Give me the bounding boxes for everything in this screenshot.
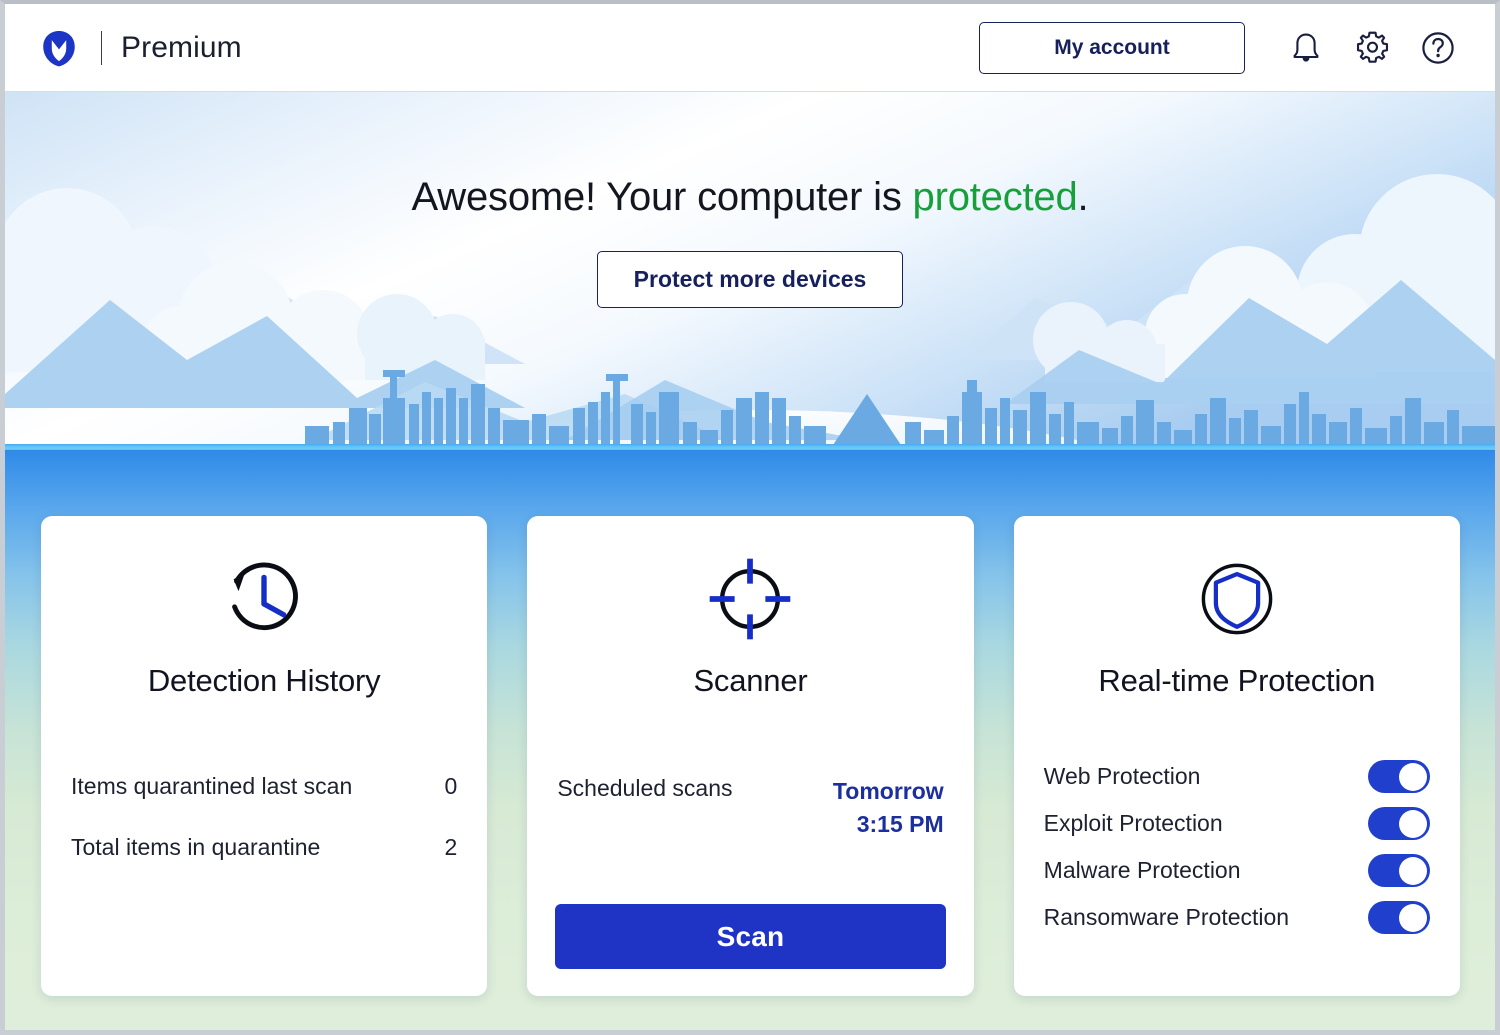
settings-gear-icon[interactable]: [1355, 31, 1389, 65]
malwarebytes-app-window: Premium My account: [0, 0, 1500, 1035]
web-protection-toggle[interactable]: [1368, 760, 1430, 793]
web-protection-label: Web Protection: [1044, 763, 1201, 790]
hero-content: Awesome! Your computer is protected. Pro…: [5, 92, 1495, 308]
scanner-card[interactable]: Scanner Scheduled scans Tomorrow 3:15 PM…: [527, 516, 973, 996]
stat-label: Total items in quarantine: [71, 834, 320, 861]
clock-history-icon: [69, 544, 459, 654]
hero-banner: Awesome! Your computer is protected. Pro…: [5, 92, 1495, 450]
ransomware-protection-label: Ransomware Protection: [1044, 904, 1289, 931]
app-header: Premium My account: [5, 4, 1495, 92]
stat-row: Total items in quarantine 2: [69, 834, 459, 861]
scheduled-time: 3:15 PM: [857, 811, 944, 837]
protection-row: Ransomware Protection: [1042, 901, 1432, 934]
malwarebytes-logo-icon: [38, 27, 80, 69]
help-icon[interactable]: [1421, 31, 1455, 65]
toggle-knob: [1399, 763, 1427, 791]
protect-more-devices-button[interactable]: Protect more devices: [597, 251, 904, 308]
brand-name: Premium: [121, 31, 242, 65]
ransomware-protection-toggle[interactable]: [1368, 901, 1430, 934]
toggle-knob: [1399, 810, 1427, 838]
scheduled-day: Tomorrow: [833, 778, 944, 804]
notifications-icon[interactable]: [1289, 31, 1323, 65]
toggle-knob: [1399, 857, 1427, 885]
brand-divider: [101, 31, 102, 65]
protection-row: Malware Protection: [1042, 854, 1432, 887]
scheduled-scans-row: Scheduled scans Tomorrow 3:15 PM: [555, 775, 945, 840]
crosshair-target-icon: [555, 544, 945, 654]
hero-title-prefix: Awesome! Your computer is: [412, 175, 913, 219]
toggle-knob: [1399, 904, 1427, 932]
dashboard-cards: Detection History Items quarantined last…: [41, 516, 1460, 996]
stat-row: Items quarantined last scan 0: [69, 773, 459, 800]
protection-row: Exploit Protection: [1042, 807, 1432, 840]
hero-title-suffix: .: [1078, 175, 1089, 219]
page-title: Awesome! Your computer is protected.: [5, 92, 1495, 220]
protection-row: Web Protection: [1042, 760, 1432, 793]
malware-protection-label: Malware Protection: [1044, 857, 1241, 884]
protection-status-text: protected: [913, 175, 1078, 219]
scan-button[interactable]: Scan: [555, 904, 945, 969]
exploit-protection-label: Exploit Protection: [1044, 810, 1223, 837]
protection-toggle-list: Web Protection Exploit Protection Malwar…: [1042, 760, 1432, 934]
header-actions: My account: [979, 22, 1455, 74]
shield-circle-icon: [1042, 544, 1432, 654]
scheduled-scans-label: Scheduled scans: [557, 775, 732, 802]
detection-history-card[interactable]: Detection History Items quarantined last…: [41, 516, 487, 996]
realtime-protection-card[interactable]: Real-time Protection Web Protection Expl…: [1014, 516, 1460, 996]
stat-value: 0: [445, 773, 458, 800]
realtime-protection-title: Real-time Protection: [1042, 663, 1432, 699]
detection-history-stats: Items quarantined last scan 0 Total item…: [69, 773, 459, 861]
detection-history-title: Detection History: [69, 663, 459, 699]
scheduled-scans-value[interactable]: Tomorrow 3:15 PM: [833, 775, 944, 840]
brand: Premium: [38, 27, 242, 69]
stat-label: Items quarantined last scan: [71, 773, 352, 800]
exploit-protection-toggle[interactable]: [1368, 807, 1430, 840]
malware-protection-toggle[interactable]: [1368, 854, 1430, 887]
stat-value: 2: [445, 834, 458, 861]
my-account-button[interactable]: My account: [979, 22, 1245, 74]
scanner-title: Scanner: [555, 663, 945, 699]
